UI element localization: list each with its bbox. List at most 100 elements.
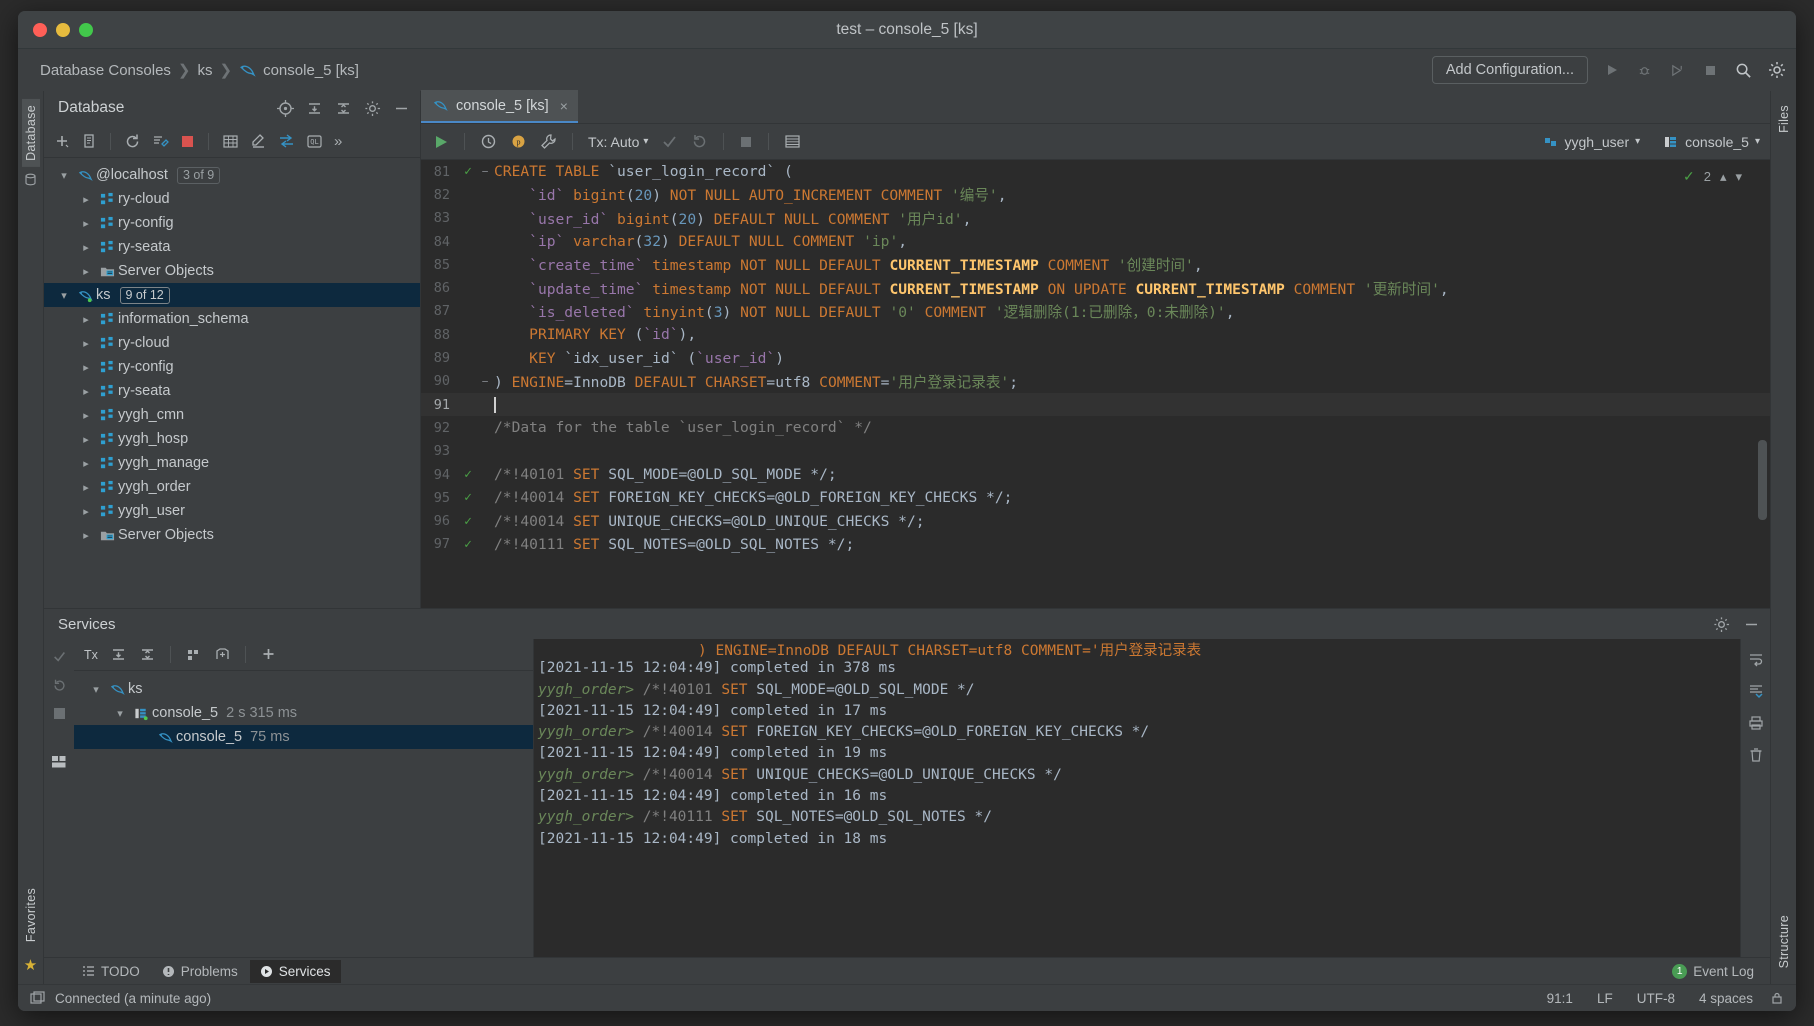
tool-window-button-services[interactable]: Services	[250, 960, 341, 983]
code-line[interactable]: 89 KEY `idx_user_id` (`user_id`)	[421, 346, 1770, 369]
stop-icon[interactable]	[1701, 61, 1720, 80]
database-tree[interactable]: ▾@localhost3 of 9▸ry-cloud▸ry-config▸ry-…	[44, 158, 420, 608]
code-fold-icon[interactable]: −	[479, 165, 491, 178]
soft-wrap-icon[interactable]	[1748, 651, 1764, 667]
chevron-down-icon[interactable]: ▾	[110, 707, 130, 720]
stop-icon[interactable]	[739, 135, 753, 149]
code-line[interactable]: 91	[421, 393, 1770, 416]
code-line[interactable]: 82 `id` bigint(20) NOT NULL AUTO_INCREME…	[421, 183, 1770, 206]
chevron-right-icon[interactable]: ▸	[76, 409, 96, 422]
db-tree-item[interactable]: ▸yygh_cmn	[44, 403, 420, 427]
chevron-up-icon[interactable]: ▴	[1720, 169, 1727, 185]
scrollbar-thumb[interactable]	[1758, 440, 1767, 520]
chevron-right-icon[interactable]: ▸	[76, 385, 96, 398]
db-tree-item[interactable]: ▸yygh_manage	[44, 451, 420, 475]
db-tree-item[interactable]: ▸yygh_hosp	[44, 427, 420, 451]
editor-tab-console5[interactable]: console_5 [ks] ×	[421, 90, 578, 123]
more-icon[interactable]: »	[334, 133, 342, 150]
expand-all-icon[interactable]	[306, 100, 323, 117]
add-icon[interactable]	[54, 133, 70, 149]
tx-icon[interactable]: Tx	[84, 648, 98, 662]
statement-ok-icon[interactable]: ✓	[457, 164, 479, 179]
breadcrumb-item-database-consoles[interactable]: Database Consoles	[40, 62, 171, 79]
refresh-icon[interactable]	[124, 133, 141, 150]
db-tree-item[interactable]: ▸yygh_order	[44, 475, 420, 499]
service-tree-item[interactable]: ▾console_52 s 315 ms	[74, 701, 533, 725]
minimize-window-button[interactable]	[56, 23, 70, 37]
database-stripe-icon[interactable]	[24, 173, 37, 186]
db-tree-item[interactable]: ▸ry-cloud	[44, 331, 420, 355]
debug-icon[interactable]	[1635, 61, 1654, 80]
stop-icon[interactable]	[53, 707, 66, 720]
chevron-down-icon[interactable]: ▾	[1735, 169, 1742, 185]
db-tree-item[interactable]: ▸ry-seata	[44, 235, 420, 259]
close-window-button[interactable]	[33, 23, 47, 37]
code-line[interactable]: 93	[421, 440, 1770, 463]
user-selector[interactable]: yygh_user ▾	[1543, 134, 1641, 150]
db-tree-item[interactable]: ▸ry-config	[44, 211, 420, 235]
chevron-right-icon[interactable]: ▸	[76, 313, 96, 326]
code-line[interactable]: 90−) ENGINE=InnoDB DEFAULT CHARSET=utf8 …	[421, 370, 1770, 393]
settings-icon[interactable]	[364, 100, 381, 117]
maximize-window-button[interactable]	[79, 23, 93, 37]
chevron-down-icon[interactable]: ▾	[54, 289, 74, 302]
collapse-all-icon[interactable]	[139, 646, 156, 663]
profile-icon[interactable]: p	[510, 133, 527, 150]
tool-tab-database[interactable]: Database	[22, 99, 40, 167]
commit-icon[interactable]	[52, 649, 67, 664]
db-tree-item[interactable]: ▸information_schema	[44, 307, 420, 331]
code-fold-icon[interactable]: −	[479, 375, 491, 388]
window-icon[interactable]	[30, 991, 45, 1006]
scroll-to-end-icon[interactable]	[1748, 683, 1764, 699]
copy-icon[interactable]	[81, 133, 97, 149]
db-tree-item[interactable]: ▸ry-config	[44, 355, 420, 379]
transaction-mode-selector[interactable]: Tx: Auto ▾	[588, 134, 648, 150]
code-line[interactable]: 97✓/*!40111 SET SQL_NOTES=@OLD_SQL_NOTES…	[421, 533, 1770, 556]
add-icon[interactable]	[260, 646, 277, 663]
chevron-right-icon[interactable]: ▸	[76, 337, 96, 350]
file-encoding[interactable]: UTF-8	[1630, 991, 1682, 1006]
db-tree-item[interactable]: ▾ks9 of 12	[44, 283, 420, 307]
event-log-button[interactable]: 1Event Log	[1672, 964, 1770, 979]
breadcrumb-item-console5[interactable]: console_5 [ks]	[263, 62, 359, 79]
statement-ok-icon[interactable]: ✓	[457, 490, 479, 505]
service-tree-item[interactable]: console_575 ms	[74, 725, 533, 749]
settings-icon[interactable]	[1713, 616, 1730, 633]
grid-icon[interactable]	[784, 133, 801, 150]
stop-icon[interactable]	[180, 134, 195, 149]
rollback-icon[interactable]	[691, 133, 708, 150]
output-console[interactable]: ) ENGINE=InnoDB DEFAULT CHARSET=utf8 COM…	[534, 639, 1740, 957]
history-icon[interactable]	[480, 133, 497, 150]
code-line[interactable]: 85 `create_time` timestamp NOT NULL DEFA…	[421, 253, 1770, 276]
run-with-coverage-icon[interactable]	[1668, 61, 1687, 80]
db-tree-item[interactable]: ▾@localhost3 of 9	[44, 163, 420, 187]
code-line[interactable]: 83 `user_id` bigint(20) DEFAULT NULL COM…	[421, 207, 1770, 230]
statement-ok-icon[interactable]: ✓	[457, 467, 479, 482]
sql-code-editor[interactable]: 81✓−CREATE TABLE `user_login_record` (82…	[421, 160, 1770, 608]
collapse-all-icon[interactable]	[335, 100, 352, 117]
search-icon[interactable]	[1734, 61, 1753, 80]
code-line[interactable]: 96✓/*!40014 SET UNIQUE_CHECKS=@OLD_UNIQU…	[421, 509, 1770, 532]
indent-setting[interactable]: 4 spaces	[1692, 991, 1760, 1006]
group-icon[interactable]	[185, 646, 202, 663]
chevron-right-icon[interactable]: ▸	[76, 265, 96, 278]
db-tree-item[interactable]: ▸yygh_user	[44, 499, 420, 523]
session-selector[interactable]: console_5 ▾	[1663, 134, 1760, 150]
print-icon[interactable]	[1748, 715, 1764, 731]
star-icon[interactable]: ★	[24, 956, 37, 974]
jump-to-source-icon[interactable]	[277, 100, 294, 117]
caret-position[interactable]: 91:1	[1540, 991, 1580, 1006]
breadcrumb-item-ks[interactable]: ks	[198, 62, 213, 79]
settings-icon[interactable]	[1767, 61, 1786, 80]
statement-ok-icon[interactable]: ✓	[457, 514, 479, 529]
chevron-right-icon[interactable]: ▸	[76, 457, 96, 470]
chevron-right-icon[interactable]: ▸	[76, 217, 96, 230]
code-line[interactable]: 87 `is_deleted` tinyint(3) NOT NULL DEFA…	[421, 300, 1770, 323]
db-tree-item[interactable]: ▸Server Objects	[44, 259, 420, 283]
code-line[interactable]: 81✓−CREATE TABLE `user_login_record` (	[421, 160, 1770, 183]
commit-icon[interactable]	[661, 133, 678, 150]
delete-icon[interactable]	[1748, 747, 1764, 763]
line-separator[interactable]: LF	[1590, 991, 1620, 1006]
layout-icon[interactable]	[51, 754, 67, 770]
db-tree-item[interactable]: ▸Server Objects	[44, 523, 420, 547]
